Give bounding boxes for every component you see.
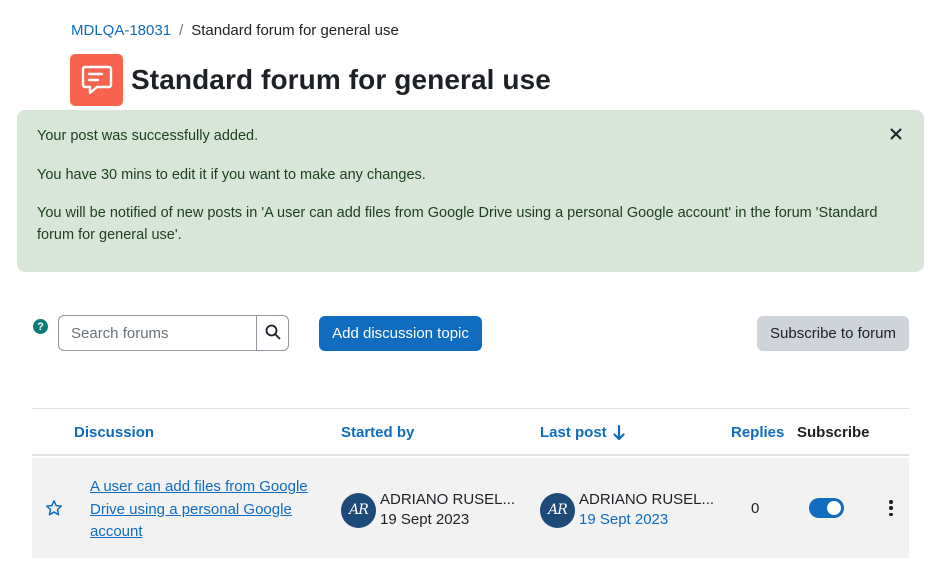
header-last-post-label: Last post	[540, 424, 607, 441]
breadcrumb: MDLQA-18031 / Standard forum for general…	[71, 22, 399, 39]
header-last-post[interactable]: Last post	[540, 424, 625, 441]
star-icon[interactable]	[45, 499, 63, 522]
last-post-user: AR ADRIANO RUSEL... 19 Sept 2023	[540, 490, 714, 530]
subscribe-to-forum-button[interactable]: Subscribe to forum	[757, 316, 909, 351]
discussion-table-header: Discussion Started by Last post Replies …	[32, 409, 909, 456]
breadcrumb-current: Standard forum for general use	[191, 22, 399, 39]
started-by-user: AR ADRIANO RUSEL... 19 Sept 2023	[341, 490, 515, 530]
alert-message-posted: Your post was successfully added.	[37, 128, 259, 144]
search-icon	[265, 324, 281, 343]
header-subscribe: Subscribe	[797, 424, 870, 441]
breadcrumb-separator: /	[179, 22, 184, 39]
discussion-title-link[interactable]: A user can add files from Google Drive u…	[90, 476, 320, 544]
started-by-name[interactable]: ADRIANO RUSEL...	[380, 490, 515, 510]
search-input[interactable]	[58, 315, 256, 351]
alert-message-notification: You will be notified of new posts in 'A …	[37, 205, 878, 243]
started-by-date: 19 Sept 2023	[380, 511, 470, 528]
header-discussion[interactable]: Discussion	[74, 424, 154, 441]
avatar[interactable]: AR	[540, 492, 575, 528]
help-icon[interactable]: ?	[33, 319, 48, 334]
avatar[interactable]: AR	[341, 492, 376, 528]
last-post-date-link[interactable]: 19 Sept 2023	[579, 510, 714, 530]
subscribe-toggle[interactable]	[809, 498, 844, 518]
add-discussion-topic-button[interactable]: Add discussion topic	[319, 316, 482, 351]
table-row: A user can add files from Google Drive u…	[32, 458, 909, 558]
search-forums	[58, 315, 289, 351]
breadcrumb-course-link[interactable]: MDLQA-18031	[71, 22, 171, 39]
success-alert: Your post was successfully added. You ha…	[17, 110, 924, 272]
replies-count: 0	[751, 500, 760, 517]
header-started-by[interactable]: Started by	[341, 424, 414, 441]
forum-icon	[70, 54, 123, 106]
toggle-knob	[827, 501, 841, 515]
more-actions-icon[interactable]	[888, 500, 894, 516]
header-replies[interactable]: Replies	[731, 424, 784, 441]
last-post-name[interactable]: ADRIANO RUSEL...	[579, 490, 714, 510]
alert-message-edit-time: You have 30 mins to edit it if you want …	[37, 166, 426, 183]
close-icon[interactable]	[888, 126, 904, 142]
search-button[interactable]	[256, 315, 289, 351]
sort-arrow-down-icon	[613, 424, 625, 441]
page-title: Standard forum for general use	[131, 64, 551, 95]
page-header: Standard forum for general use	[70, 54, 551, 106]
